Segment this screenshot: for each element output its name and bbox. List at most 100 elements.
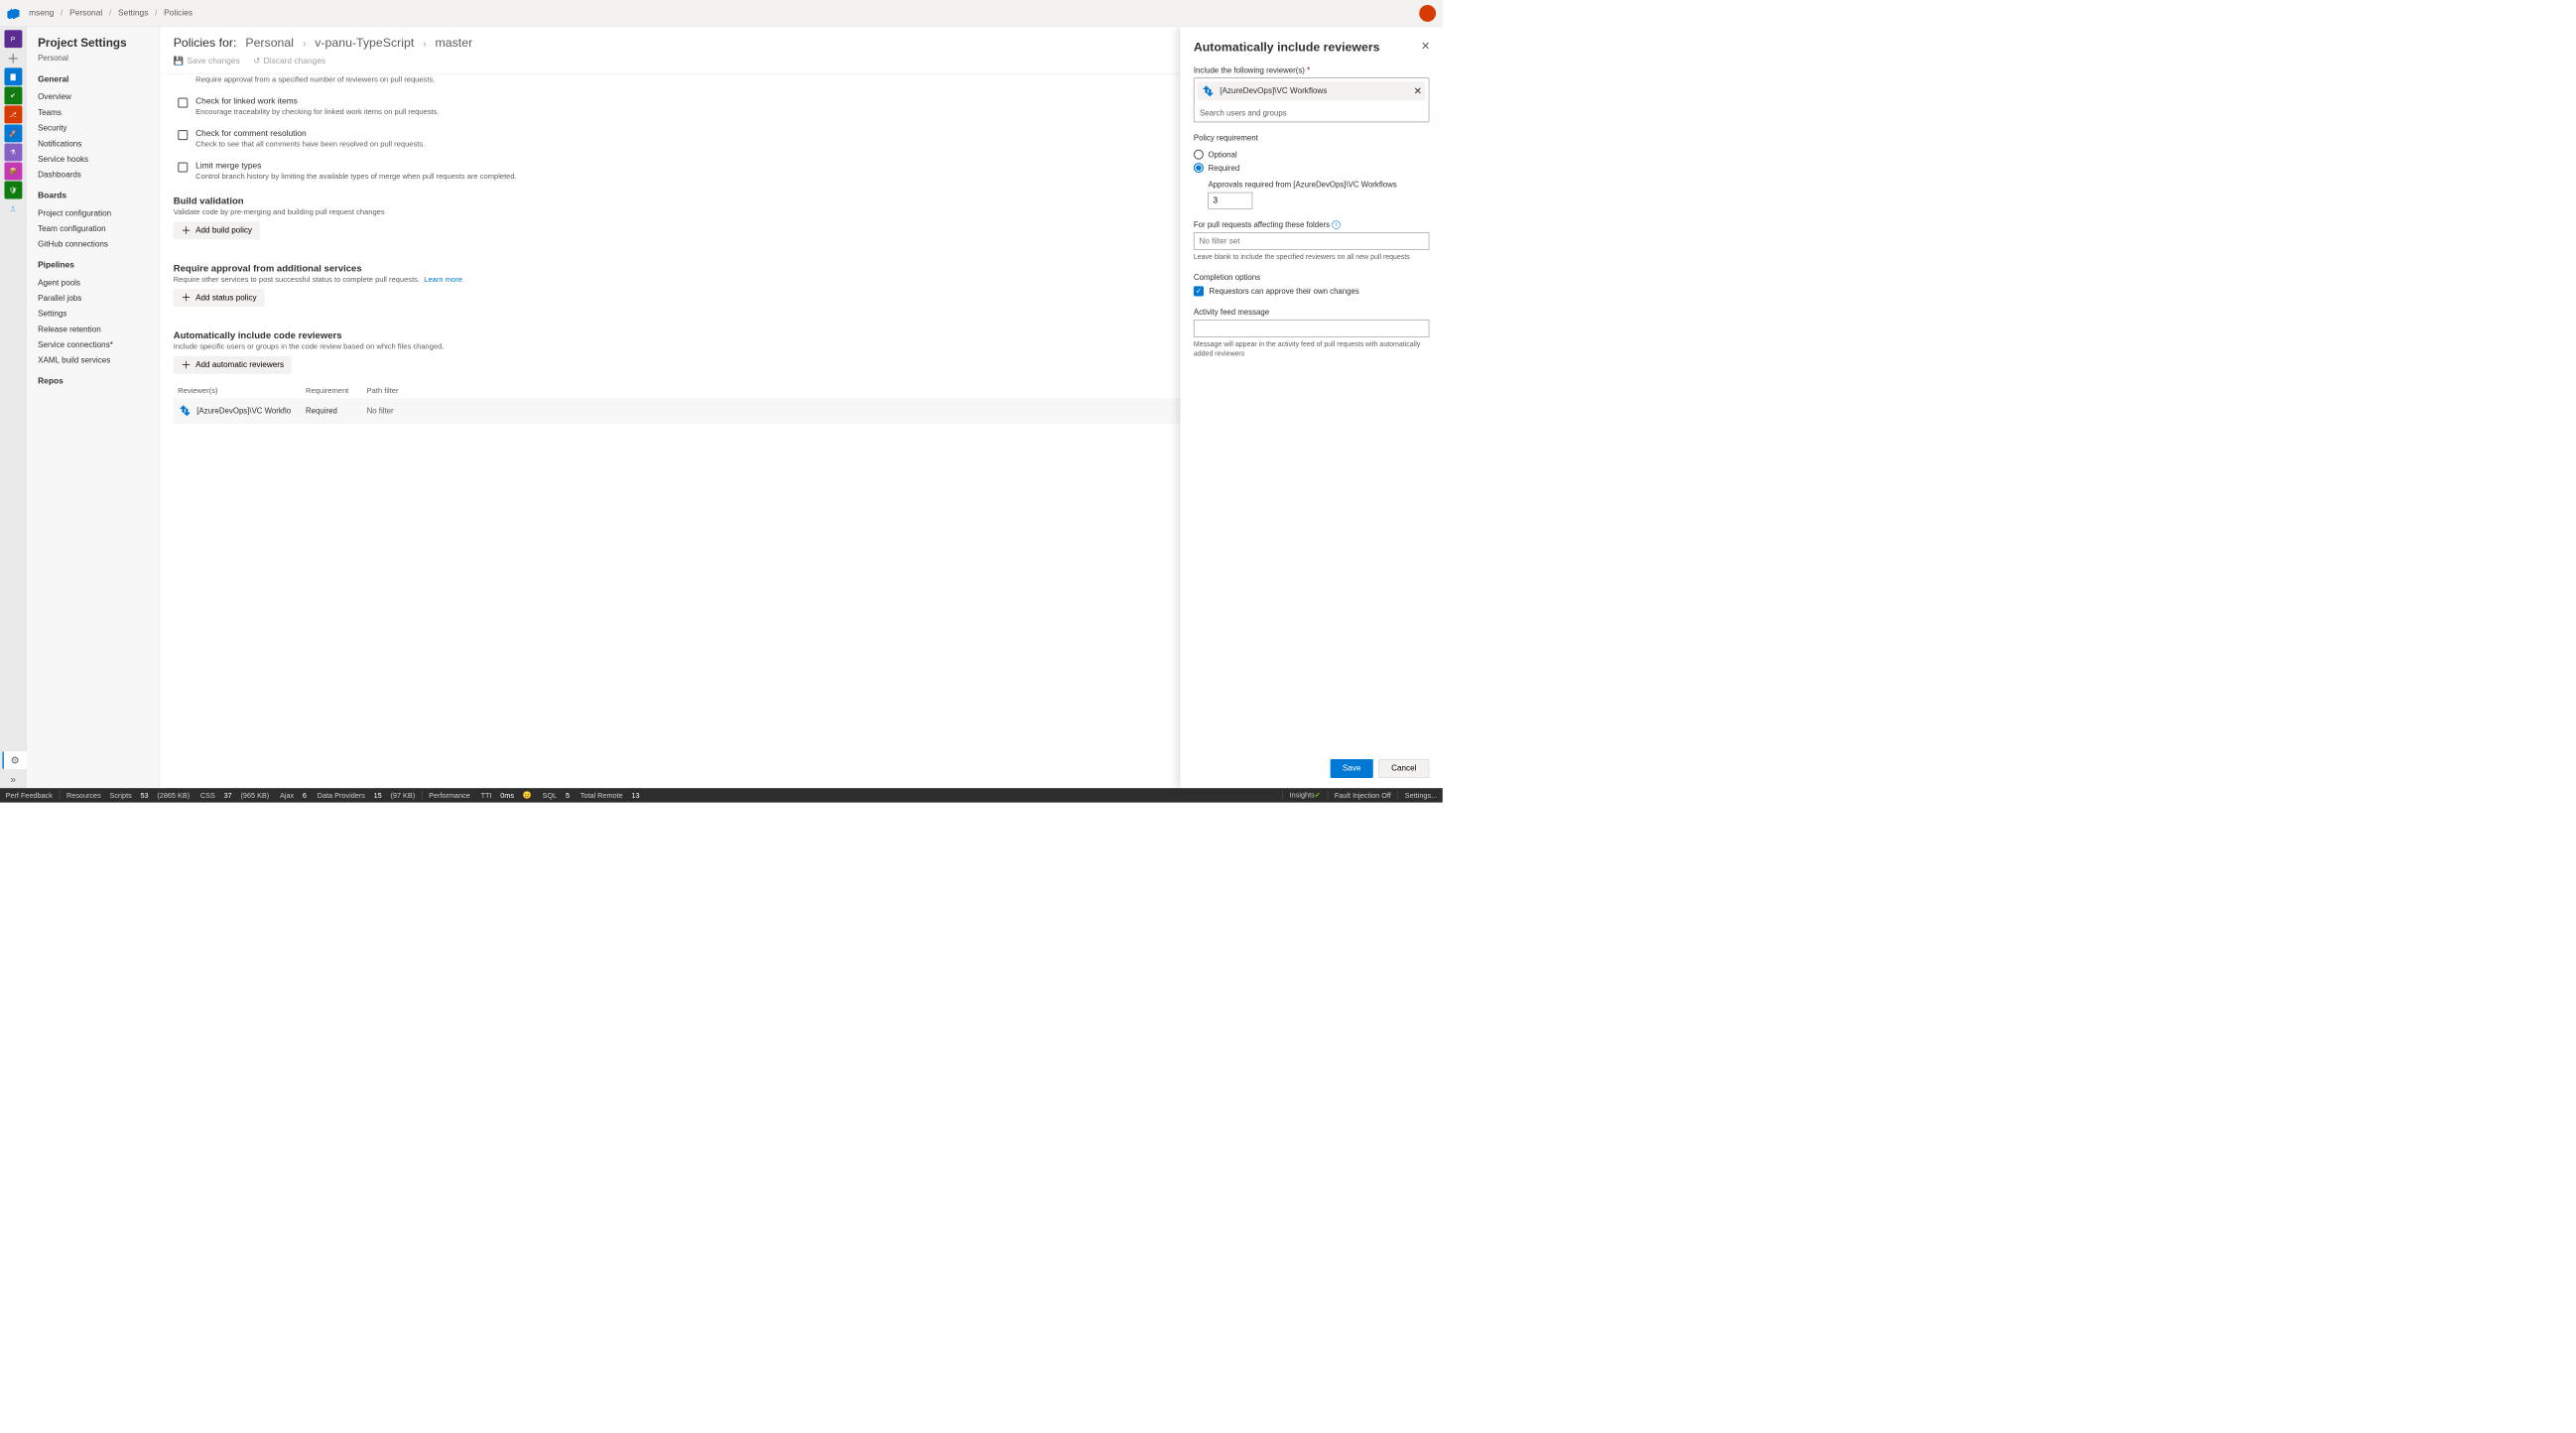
info-icon[interactable]: i	[1332, 220, 1340, 228]
breadcrumb-org[interactable]: mseng	[29, 8, 54, 18]
rail-overview-icon[interactable]: ▇	[4, 67, 22, 85]
reviewer-name: [AzureDevOps]\VC Workflo	[196, 406, 291, 415]
rail-repos-icon[interactable]: ⎇	[4, 105, 22, 123]
sb-css-label: CSS	[200, 791, 215, 799]
sb-fault[interactable]: Fault Injection Off	[1335, 791, 1391, 799]
add-build-policy-button[interactable]: ＋Add build policy	[174, 221, 260, 239]
rail-testplans-icon[interactable]: ⚗	[4, 143, 22, 161]
rail-security-icon[interactable]: 🛡	[4, 182, 22, 199]
requestors-checkbox[interactable]: ✓ Requestors can approve their own chang…	[1194, 286, 1429, 296]
policy-desc-truncated: Require approval from a specified number…	[195, 75, 435, 83]
discard-changes-button[interactable]: ↺Discard changes	[253, 56, 325, 65]
row-requirement: Required	[306, 406, 367, 415]
sidebar-item-parallel-jobs[interactable]: Parallel jobs	[38, 291, 160, 307]
sb-remote-label: Total Remote	[580, 791, 623, 799]
sidebar-item-release-retention[interactable]: Release retention	[38, 322, 160, 337]
include-label: Include the following reviewer(s) *	[1194, 65, 1429, 74]
col-requirement: Requirement	[306, 386, 367, 394]
sb-css-sz: (965 KB)	[240, 791, 269, 799]
breadcrumb: mseng/ Personal/ Settings/ Policies	[29, 8, 193, 18]
chip-label: [AzureDevOps]\VC Workflows	[1220, 86, 1327, 95]
repo-crumb-repo[interactable]: v-panu-TypeScript	[315, 36, 414, 51]
breadcrumb-page[interactable]: Policies	[164, 8, 193, 18]
nav-rail: P ＋ ▇ ✔ ⎇ 🚀 ⚗ 📦 🛡 ⎍ ⚙ »	[0, 27, 27, 788]
checkbox-linked-work-items[interactable]	[178, 98, 188, 108]
remove-chip-icon[interactable]: ✕	[1414, 85, 1422, 97]
plus-icon: ＋	[182, 361, 192, 369]
radio-optional[interactable]: Optional	[1194, 148, 1429, 161]
avatar[interactable]	[1419, 5, 1436, 22]
save-changes-button[interactable]: 💾Save changes	[174, 56, 240, 65]
reviewer-picker: [AzureDevOps]\VC Workflows ✕ Search user…	[1194, 77, 1429, 122]
close-icon[interactable]: ✕	[1421, 39, 1430, 53]
policy-desc: Control branch history by limiting the a…	[195, 172, 517, 180]
radio-required[interactable]: Required	[1194, 161, 1429, 174]
checkbox-comment-resolution[interactable]	[178, 130, 188, 140]
rail-artifacts-icon[interactable]: 📦	[4, 163, 22, 181]
status-bar: Perf Feedback Resources Scripts 53 (2865…	[0, 788, 1443, 803]
activity-hint: Message will appear in the activity feed…	[1194, 339, 1429, 358]
rail-extension-icon[interactable]: ⎍	[4, 200, 22, 218]
sidebar-item-overview[interactable]: Overview	[38, 89, 160, 105]
breadcrumb-section[interactable]: Settings	[118, 8, 148, 18]
sidebar-item-team-config[interactable]: Team configuration	[38, 221, 160, 237]
sidebar-item-service-hooks[interactable]: Service hooks	[38, 152, 160, 168]
rail-expand-icon[interactable]: »	[4, 770, 22, 788]
sb-css-n: 37	[224, 791, 232, 799]
folders-label: For pull requests affecting these folder…	[1194, 220, 1429, 229]
rail-boards-icon[interactable]: ✔	[4, 86, 22, 104]
folders-input[interactable]	[1194, 232, 1429, 250]
repo-crumb-branch[interactable]: master	[436, 36, 473, 51]
sb-perf[interactable]: Perf Feedback	[6, 791, 53, 799]
sidebar-item-xaml[interactable]: XAML build services	[38, 353, 160, 369]
sidebar-item-settings[interactable]: Settings	[38, 307, 160, 323]
sidebar-item-notifications[interactable]: Notifications	[38, 136, 160, 152]
rail-pipelines-icon[interactable]: 🚀	[4, 124, 22, 142]
sb-settings[interactable]: Settings...	[1405, 791, 1437, 799]
sb-scripts-label: Scripts	[109, 791, 131, 799]
approvals-input[interactable]	[1208, 193, 1252, 209]
group-general: General	[38, 74, 160, 84]
policy-requirement-label: Policy requirement	[1194, 133, 1429, 142]
sb-ajax-n: 6	[303, 791, 307, 799]
rail-add-icon[interactable]: ＋	[4, 49, 22, 66]
sb-insights[interactable]: Insights✔	[1290, 791, 1321, 800]
sidebar-item-project-config[interactable]: Project configuration	[38, 205, 160, 221]
policy-desc: Check to see that all comments have been…	[195, 140, 425, 148]
sb-ajax-label: Ajax	[280, 791, 294, 799]
search-input[interactable]: Search users and groups	[1194, 104, 1428, 122]
group-repos: Repos	[38, 376, 160, 386]
breadcrumb-project[interactable]: Personal	[69, 8, 102, 18]
policies-prefix: Policies for:	[174, 36, 237, 51]
sb-resources[interactable]: Resources	[66, 791, 101, 799]
add-status-policy-button[interactable]: ＋Add status policy	[174, 289, 265, 307]
completion-label: Completion options	[1194, 273, 1429, 282]
checkbox-limit-merge[interactable]	[178, 163, 188, 173]
folders-hint: Leave blank to include the specified rev…	[1194, 252, 1429, 261]
rail-settings-icon[interactable]: ⚙	[2, 751, 27, 769]
repo-crumb-project[interactable]: Personal	[245, 36, 294, 51]
sb-tti-label: TTI	[481, 791, 492, 799]
sb-tti-val: 0ms	[500, 791, 514, 799]
azure-devops-logo[interactable]	[7, 6, 20, 19]
undo-icon: ↺	[253, 56, 260, 65]
sidebar-item-security[interactable]: Security	[38, 121, 160, 137]
activity-input[interactable]	[1194, 320, 1429, 337]
plus-icon: ＋	[182, 226, 192, 234]
cancel-button[interactable]: Cancel	[1378, 759, 1429, 778]
sidebar-item-service-connections[interactable]: Service connections*	[38, 337, 160, 353]
chevron-icon: ›	[303, 38, 306, 50]
sidebar-item-teams[interactable]: Teams	[38, 105, 160, 121]
sb-scripts-sz: (2865 KB)	[157, 791, 190, 799]
save-button[interactable]: Save	[1331, 759, 1373, 778]
group-pipelines: Pipelines	[38, 260, 160, 270]
sb-performance[interactable]: Performance	[429, 791, 470, 799]
add-auto-reviewers-button[interactable]: ＋Add automatic reviewers	[174, 356, 292, 374]
learn-more-link[interactable]: Learn more	[424, 275, 462, 283]
team-icon	[1201, 84, 1216, 99]
sidebar-item-agent-pools[interactable]: Agent pools	[38, 275, 160, 291]
policy-title: Limit merge types	[195, 161, 517, 171]
sidebar-item-github[interactable]: GitHub connections	[38, 237, 160, 253]
sidebar-item-dashboards[interactable]: Dashboards	[38, 168, 160, 184]
rail-project-icon[interactable]: P	[4, 30, 22, 48]
